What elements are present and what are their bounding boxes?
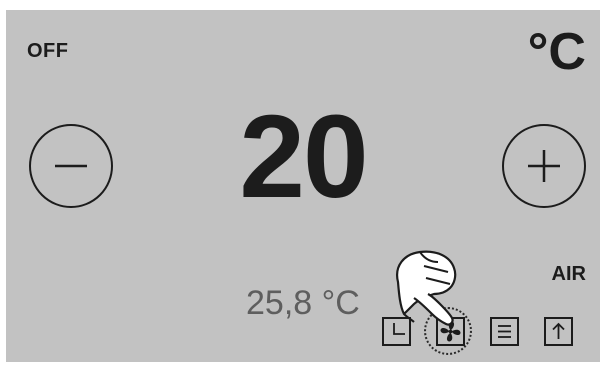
minus-icon (55, 164, 87, 168)
plus-icon (528, 150, 560, 182)
increase-button[interactable] (502, 124, 586, 208)
decrease-button[interactable] (29, 124, 113, 208)
mode-label: AIR (551, 263, 586, 285)
temperature-unit[interactable]: °C (528, 26, 586, 78)
pointing-hand-icon (396, 250, 457, 326)
current-temperature: 25,8 °C (246, 284, 360, 322)
arrow-up-button[interactable] (544, 317, 573, 346)
thermostat-panel: OFF °C 20 AIR 25,8 °C (6, 10, 600, 362)
menu-button[interactable] (490, 317, 519, 346)
power-status[interactable]: OFF (27, 40, 69, 63)
arrow-up-icon (552, 322, 565, 339)
menu-icon (498, 325, 511, 338)
